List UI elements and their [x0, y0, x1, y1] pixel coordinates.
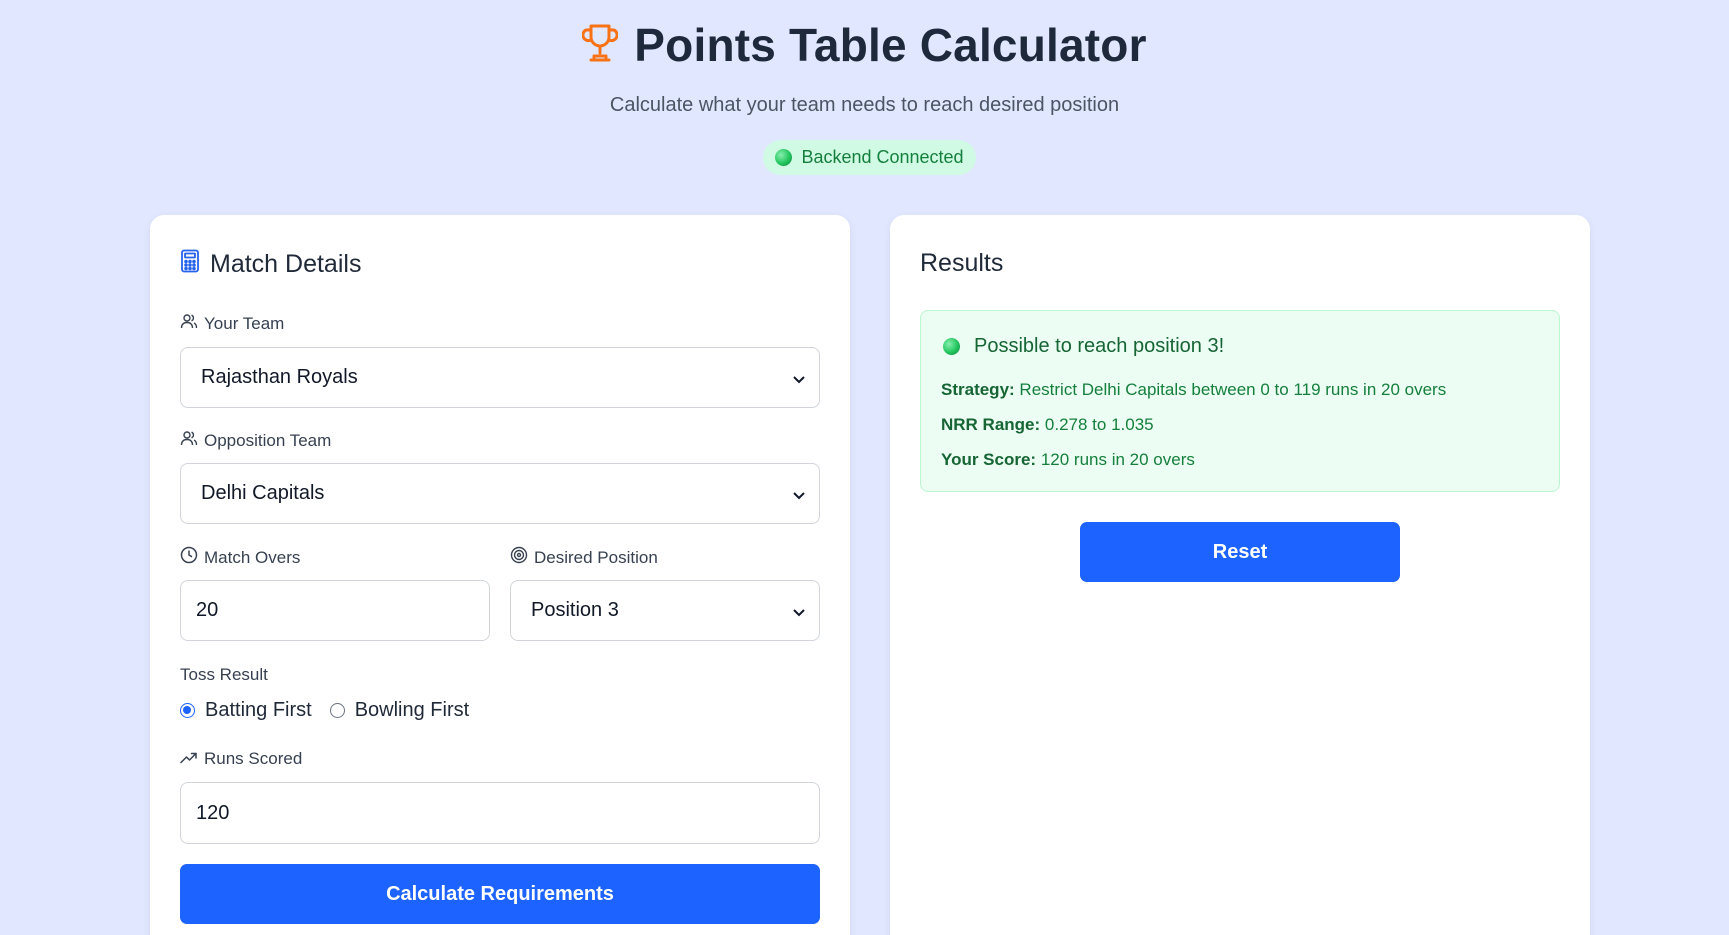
calculator-icon [180, 249, 200, 280]
status-dot-icon [775, 149, 793, 166]
clock-icon [180, 546, 198, 569]
match-details-title: Match Details [180, 249, 361, 280]
match-overs-label: Match Overs [180, 546, 300, 569]
opposition-team-select[interactable]: Delhi Capitals [180, 463, 820, 524]
result-nrr-range: NRR Range: 0.278 to 1.035 [941, 415, 1154, 434]
match-overs-input[interactable]: 20 [180, 580, 490, 641]
chevron-down-icon [793, 599, 805, 622]
trending-up-icon [180, 749, 198, 769]
your-team-label: Your Team [180, 313, 284, 334]
results-title: Results [920, 249, 1004, 277]
calculate-requirements-button[interactable]: Calculate Requirements [180, 864, 820, 924]
trophy-icon [581, 23, 619, 68]
result-strategy: Strategy: Restrict Delhi Capitals betwee… [941, 380, 1447, 399]
opposition-team-label: Opposition Team [180, 430, 331, 451]
chevron-down-icon [793, 482, 805, 505]
bowling-first-option[interactable]: Bowling First [329, 699, 469, 722]
desired-position-label: Desired Position [510, 546, 658, 569]
result-your-score: Your Score: 120 runs in 20 overs [941, 450, 1195, 469]
page-subtitle: Calculate what your team needs to reach … [609, 94, 1120, 116]
success-dot-icon [943, 338, 960, 355]
reset-button[interactable]: Reset [1080, 522, 1400, 582]
desired-position-select[interactable]: Position 3 [510, 580, 820, 641]
runs-scored-input[interactable]: 120 [180, 782, 820, 844]
chevron-down-icon [793, 366, 805, 389]
target-icon [510, 546, 528, 569]
backend-status-badge: Backend Connected [763, 140, 976, 175]
users-icon [180, 430, 198, 451]
batting-first-radio[interactable] [180, 703, 195, 718]
result-heading: Possible to reach position 3! [943, 335, 1224, 358]
toss-result-label: Toss Result [180, 665, 268, 684]
bowling-first-radio[interactable] [329, 703, 345, 718]
results-card: Results Possible to reach position 3! St… [890, 215, 1590, 935]
toss-result-radio-group: Batting First Bowling First [180, 699, 487, 722]
users-icon [180, 313, 198, 334]
result-success-box: Possible to reach position 3! Strategy: … [920, 310, 1560, 492]
status-text: Backend Connected [801, 147, 964, 167]
page-header: Points Table Calculator [0, 18, 1729, 72]
runs-scored-label: Runs Scored [180, 749, 302, 769]
batting-first-option[interactable]: Batting First [180, 699, 312, 722]
your-team-select[interactable]: Rajasthan Royals [180, 347, 820, 408]
match-details-card: Match Details Your Team Rajasthan Royals [150, 215, 850, 935]
page-title: Points Table Calculator [634, 19, 1147, 71]
